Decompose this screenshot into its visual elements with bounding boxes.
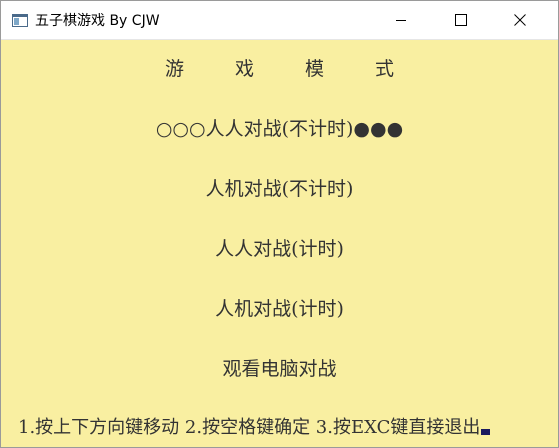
menu-item-pve-timed[interactable]: 人机对战(计时) — [1, 297, 558, 321]
minimize-button[interactable] — [372, 1, 430, 39]
close-button[interactable] — [491, 1, 549, 39]
menu-item-label: 人人对战(计时) — [215, 238, 344, 260]
mode-heading: 游戏模式 — [1, 57, 558, 81]
menu-item-watch-ai[interactable]: 观看电脑对战 — [1, 357, 558, 381]
selection-marker-right: ●●● — [353, 118, 404, 140]
instructions-label: 1.按上下方向键移动 2.按空格键确定 3.按EXC键直接退出 — [18, 417, 481, 438]
menu-item-pve-untimed[interactable]: 人机对战(不计时) — [1, 177, 558, 201]
menu-item-label: 人机对战(不计时) — [205, 178, 354, 200]
game-window: 五子棋游戏 By CJW 游 戏 模 式 ○○○人人对战(不计时)●●● 人机对战(不… — [0, 0, 559, 448]
menu-item-label: 观看电脑对战 — [222, 358, 337, 380]
heading-char: 模 — [304, 58, 324, 80]
app-window-icon — [12, 12, 28, 27]
heading-char: 戏 — [234, 58, 254, 80]
console-content: 游戏模式 ○○○人人对战(不计时)●●● 人机对战(不计时) 人人对战(计时) … — [1, 40, 558, 447]
maximize-button[interactable] — [432, 1, 490, 39]
selection-marker-left: ○○○ — [155, 118, 206, 140]
close-icon — [514, 11, 526, 30]
heading-char: 游 — [164, 58, 184, 80]
maximize-icon — [455, 11, 467, 30]
menu-item-label: 人人对战(不计时) — [205, 118, 354, 140]
title-bar[interactable]: 五子棋游戏 By CJW — [1, 1, 558, 40]
menu-item-pvp-untimed[interactable]: ○○○人人对战(不计时)●●● — [1, 117, 558, 141]
text-cursor — [481, 429, 491, 435]
heading-char: 式 — [374, 58, 394, 80]
menu-item-label: 人机对战(计时) — [215, 298, 344, 320]
menu-item-pvp-timed[interactable]: 人人对战(计时) — [1, 237, 558, 261]
instructions-text: 1.按上下方向键移动 2.按空格键确定 3.按EXC键直接退出 — [18, 416, 491, 440]
window-title: 五子棋游戏 By CJW — [35, 13, 160, 29]
minimize-icon — [395, 11, 407, 30]
